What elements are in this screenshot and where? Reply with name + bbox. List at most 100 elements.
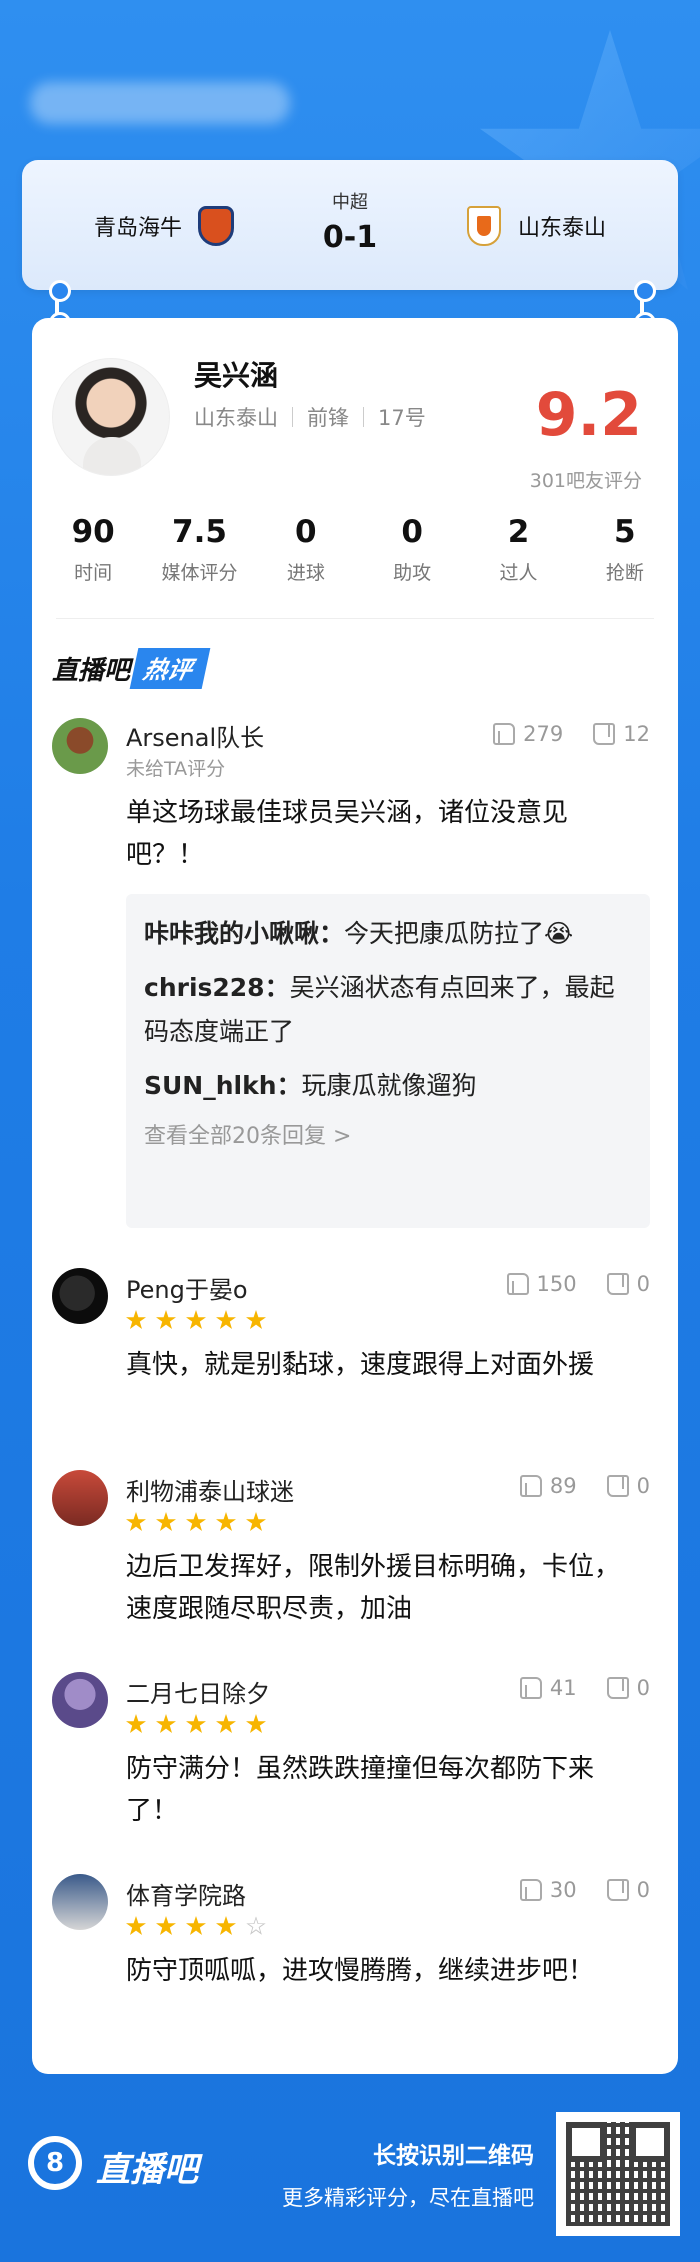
reply-username[interactable]: chris228： — [144, 973, 290, 1002]
like-button[interactable]: 150 — [506, 1272, 577, 1296]
player-rating: 9.2 — [535, 380, 642, 450]
away-team-name: 山东泰山 — [517, 216, 606, 241]
dislike-button[interactable]: 0 — [606, 1676, 650, 1700]
comment-text: 边后卫发挥好，限制外援目标明确，卡位，速度跟随尽职尽责，加油 — [126, 1552, 621, 1624]
stat-value: 0 — [401, 514, 423, 550]
comment-avatar[interactable] — [52, 1672, 108, 1728]
dislike-button[interactable]: 0 — [606, 1878, 650, 1902]
stats-row: 90 时间 7.5 媒体评分 0 进球 0 助攻 2 过人 5 抢断 — [32, 514, 678, 585]
star-icon — [156, 1916, 176, 1935]
star-icon — [126, 1310, 146, 1329]
star-icon — [186, 1714, 206, 1733]
stat-value: 2 — [507, 514, 530, 550]
comment-text: 防守满分！虽然跌跌撞撞但每次都防下来了！ — [126, 1754, 595, 1826]
like-button[interactable]: 279 — [493, 722, 563, 746]
footer: 8 直播吧 长按识别二维码 更多精彩评分，尽在直播吧 — [0, 2092, 700, 2262]
view-all-replies-link[interactable]: 查看全部20条回复 > — [144, 1118, 632, 1150]
reply-box: 咔咔我的小啾啾：今天把康瓜防拉了😭 chris228：吴兴涵状态有点回来了，最起… — [126, 894, 650, 1228]
stat-value: 7.5 — [172, 514, 227, 550]
away-team[interactable]: 山东泰山 — [464, 204, 606, 248]
comment-username[interactable]: Peng于晏o — [126, 1270, 248, 1305]
star-icon — [186, 1310, 206, 1329]
star-icon — [216, 1512, 236, 1531]
comment-avatar[interactable] — [52, 1268, 108, 1324]
comment-avatar[interactable] — [52, 1470, 108, 1526]
comment-text: 单这场球最佳球员吴兴涵，诸位没意见吧？！ — [126, 798, 569, 870]
comment-username[interactable]: 二月七日除夕 — [126, 1674, 270, 1709]
comment-actions: 41 0 — [519, 1676, 650, 1700]
thumbs-up-icon — [519, 1475, 542, 1497]
dislike-count: 0 — [636, 1474, 650, 1498]
comment-actions: 30 0 — [519, 1878, 650, 1902]
qr-hint: 长按识别二维码 — [373, 2143, 534, 2169]
dislike-button[interactable]: 12 — [593, 722, 650, 746]
comment-rating-note: 未给TA评分 — [126, 758, 226, 780]
stat-minutes: 90 时间 — [40, 514, 146, 585]
comment-avatar[interactable] — [52, 1874, 108, 1930]
thumbs-down-icon — [606, 1677, 629, 1699]
match-card[interactable]: 青岛海牛 中超 0-1 山东泰山 — [22, 160, 678, 290]
reply-item: chris228：吴兴涵状态有点回来了，最起码态度端正了 — [144, 966, 632, 1054]
star-icon — [246, 1310, 266, 1329]
like-count: 279 — [523, 722, 564, 746]
thumbs-up-icon — [519, 1677, 542, 1699]
star-icon — [246, 1714, 266, 1733]
star-icon — [156, 1512, 176, 1531]
star-rating — [126, 1714, 266, 1734]
star-empty-icon — [246, 1916, 266, 1935]
star-rating — [126, 1512, 266, 1532]
stat-dribbles: 2 过人 — [465, 514, 571, 585]
like-button[interactable]: 41 — [519, 1676, 577, 1700]
comment-username[interactable]: 利物浦泰山球迷 — [126, 1472, 294, 1507]
stat-label: 媒体评分 — [161, 562, 238, 584]
stat-goals: 0 进球 — [253, 514, 359, 585]
dislike-count: 0 — [636, 1878, 650, 1902]
brand-logo-text: 直播吧 — [96, 2150, 198, 2190]
comment-actions: 150 0 — [506, 1272, 650, 1296]
zhibo8-logo-icon: 8 — [28, 2136, 82, 2190]
blurred-header — [30, 82, 290, 124]
qr-code[interactable] — [556, 2112, 680, 2236]
dislike-count: 0 — [636, 1676, 650, 1700]
stat-label: 进球 — [286, 562, 325, 584]
thumbs-up-icon — [519, 1879, 542, 1901]
star-icon — [126, 1512, 146, 1531]
star-rating — [126, 1916, 266, 1936]
player-avatar[interactable] — [52, 358, 170, 476]
dislike-button[interactable]: 0 — [606, 1474, 650, 1498]
reply-item: SUN_hlkh：玩康瓜就像遛狗 — [144, 1064, 632, 1108]
reply-item: 咔咔我的小啾啾：今天把康瓜防拉了😭 — [144, 912, 632, 956]
reply-username[interactable]: 咔咔我的小啾啾： — [144, 919, 344, 948]
stat-label: 时间 — [74, 562, 113, 584]
star-icon — [246, 1512, 266, 1531]
comment-actions: 89 0 — [519, 1474, 650, 1498]
reply-text: 今天把康瓜防拉了😭 — [344, 919, 574, 948]
stat-assists: 0 助攻 — [359, 514, 465, 585]
stat-value: 0 — [295, 514, 317, 550]
qr-code-pattern — [566, 2122, 670, 2226]
section-divider — [56, 618, 654, 619]
dislike-button[interactable]: 0 — [606, 1272, 650, 1296]
like-button[interactable]: 30 — [519, 1878, 577, 1902]
comment-text: 真快，就是别黏球，速度跟得上对面外援 — [126, 1350, 595, 1380]
away-team-badge-icon — [464, 204, 504, 248]
thumbs-up-icon — [493, 723, 516, 745]
stat-value: 90 — [71, 514, 115, 550]
comment-username[interactable]: Arsenal队长 — [126, 718, 264, 753]
thumbs-down-icon — [606, 1475, 629, 1497]
player-meta: 山东泰山 前锋 17号 — [194, 402, 426, 432]
comment-avatar[interactable] — [52, 718, 108, 774]
reply-username[interactable]: SUN_hlkh： — [144, 1071, 302, 1100]
dislike-count: 0 — [636, 1272, 650, 1296]
hot-comments-title: 直播吧 热评 — [52, 648, 211, 689]
stat-value: 5 — [614, 514, 636, 550]
player-name: 吴兴涵 — [194, 359, 279, 392]
comment-username[interactable]: 体育学院路 — [126, 1876, 246, 1911]
thumbs-down-icon — [606, 1879, 629, 1901]
stat-label: 过人 — [499, 562, 538, 584]
stat-media-rating: 7.5 媒体评分 — [146, 514, 252, 585]
star-icon — [216, 1916, 236, 1935]
player-team: 山东泰山 — [194, 406, 278, 430]
like-button[interactable]: 89 — [519, 1474, 577, 1498]
qr-subtitle: 更多精彩评分，尽在直播吧 — [282, 2186, 534, 2210]
